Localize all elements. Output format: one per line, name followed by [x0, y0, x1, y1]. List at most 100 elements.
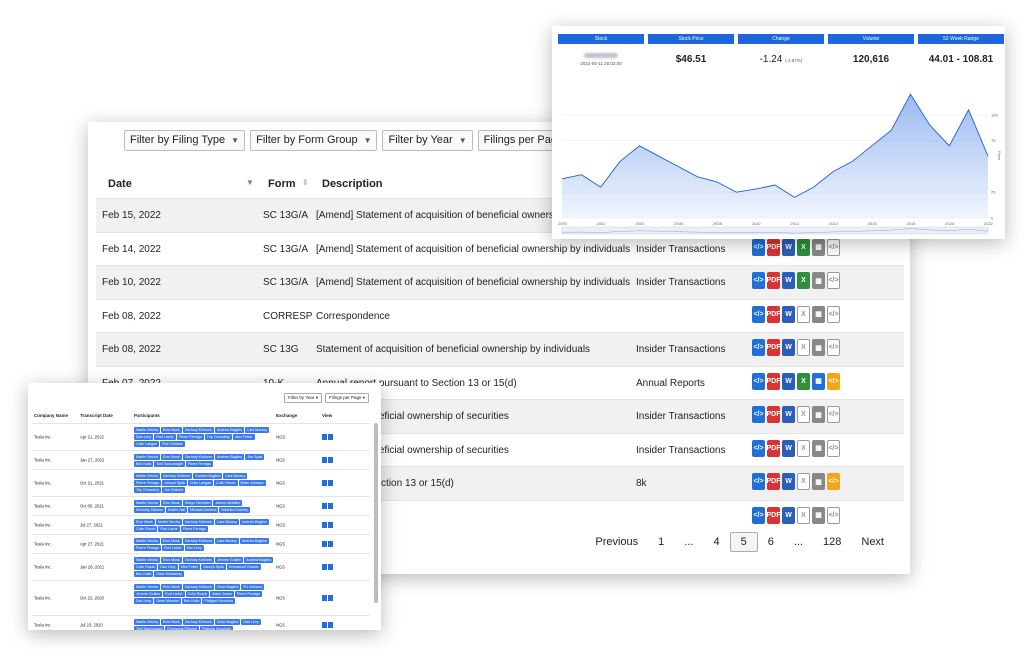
participant-tag[interactable]: Colin Rusch	[134, 526, 158, 532]
transcript-doc-icon[interactable]	[322, 595, 327, 601]
filter-form-group[interactable]: Filter by Form Group ▼	[250, 130, 378, 151]
code-file-icon[interactable]: </>	[752, 238, 765, 256]
word-file-icon[interactable]: W	[782, 506, 795, 524]
transcript-doc-icon[interactable]	[322, 522, 327, 528]
participant-tag[interactable]: Elon Musk	[160, 619, 182, 625]
participant-tag[interactable]: Dan Levy	[158, 564, 178, 570]
participant-tag[interactable]: Emmanuel Rosner	[226, 564, 261, 570]
pdf-file-icon[interactable]: PDF	[767, 272, 781, 289]
participant-tag[interactable]: Lars Moravy	[223, 473, 248, 479]
participant-tag[interactable]: Alex Potter	[178, 564, 201, 570]
header-description[interactable]: Description	[322, 178, 383, 190]
filter-filing-type[interactable]: Filter by Filing Type ▼	[124, 130, 246, 151]
participant-tag[interactable]: Colin Rusch	[185, 591, 209, 597]
page-button[interactable]: 1	[648, 533, 674, 551]
participant-tag[interactable]: Adam Jonas	[209, 591, 234, 597]
participant-tag[interactable]: Pierre Ferragu	[176, 434, 204, 440]
filter-per-page[interactable]: Filings per Page ▾	[324, 393, 369, 403]
text-file-icon[interactable]: </>	[827, 339, 840, 356]
participant-tag[interactable]: Colin Langan	[187, 480, 214, 486]
next-page-button[interactable]: Next	[851, 533, 894, 551]
excel-file-disabled-icon[interactable]: X	[797, 305, 810, 323]
header-exchange[interactable]: Exchange	[276, 413, 297, 418]
scrollbar[interactable]	[374, 423, 378, 603]
transcript-doc-icon[interactable]	[322, 503, 327, 509]
participant-tag[interactable]: Rich Dellaria	[160, 441, 185, 447]
participant-tag[interactable]: Pierre Ferragu	[180, 526, 208, 532]
participant-tag[interactable]: Elon Musk	[134, 519, 155, 525]
page-button[interactable]: 6	[758, 533, 784, 551]
participant-tag[interactable]: James McMiller	[213, 500, 243, 506]
text-file-icon[interactable]: </>	[827, 406, 840, 423]
spreadsheet-icon[interactable]: ▦	[812, 339, 825, 356]
code-file-icon[interactable]: </>	[752, 473, 765, 490]
participant-tag[interactable]: Drew Baglino	[215, 619, 241, 625]
text-file-icon[interactable]: </>	[827, 238, 840, 256]
participant-tag[interactable]: Brian Johnson	[238, 480, 266, 486]
header-view[interactable]: View	[322, 413, 332, 418]
header-company[interactable]: Company Name	[34, 413, 68, 418]
participant-tag[interactable]: Alex Potter	[232, 434, 255, 440]
pdf-file-icon[interactable]: PDF	[767, 506, 781, 524]
page-button[interactable]: 128	[813, 533, 851, 551]
code-file-icon[interactable]: </>	[752, 439, 765, 457]
table-row[interactable]: Tesla Inc. Apr 27, 2021 NGS Martin Viecha El…	[32, 534, 370, 553]
code-file-icon[interactable]: </>	[752, 272, 765, 289]
participant-tag[interactable]: Zachary Kirkhorn	[182, 557, 215, 563]
participant-tag[interactable]: Elon Musk	[160, 454, 182, 460]
participant-tag[interactable]: Trip Chowdhry	[134, 487, 162, 493]
table-row[interactable]: Feb 10, 2022 SC 13G/A [Amend] Statement of…	[96, 265, 904, 299]
participant-tag[interactable]: Zachary Kirkhorn	[182, 454, 215, 460]
participant-tag[interactable]: Pierre Ferragu	[234, 591, 263, 597]
participant-tag[interactable]: Rod Lache	[154, 434, 176, 440]
participant-tag[interactable]: Robyn Denholm	[182, 500, 213, 506]
participant-tag[interactable]: Ben Kallo	[134, 571, 154, 577]
filing-form[interactable]: SC 13G	[263, 344, 299, 355]
word-file-icon[interactable]: W	[782, 473, 795, 490]
table-row[interactable]: Tesla Inc. Oct 22, 2020 NGS Martin Viecha El…	[32, 580, 370, 615]
participant-tag[interactable]: Zachary Kirkhorn	[182, 538, 215, 544]
code-file-icon[interactable]: </>	[752, 339, 765, 356]
spreadsheet-icon[interactable]: ▦	[812, 305, 825, 323]
participant-tag[interactable]: Andrew Baglino	[244, 557, 274, 563]
transcript-doc-icon[interactable]	[322, 434, 327, 440]
participant-tag[interactable]: Andrew Baglino	[239, 538, 270, 544]
participant-tag[interactable]: Kimberly Dickers	[134, 507, 165, 513]
code-file-icon[interactable]: </>	[752, 372, 765, 390]
table-row[interactable]: Feb 08, 2022 SC 13G Statement of acquisiti…	[96, 332, 904, 366]
pdf-file-icon[interactable]: PDF	[767, 305, 781, 323]
code-file-icon[interactable]: </>	[752, 305, 765, 323]
participant-tag[interactable]: Zachary Kirkhorn	[182, 619, 215, 625]
pdf-file-icon[interactable]: PDF	[767, 238, 781, 256]
word-file-icon[interactable]: W	[782, 305, 795, 323]
transcript-doc-icon[interactable]	[322, 622, 327, 628]
pdf-file-icon[interactable]: PDF	[767, 473, 781, 490]
transcript-file-icon[interactable]	[328, 503, 333, 509]
excel-file-disabled-icon[interactable]: X	[797, 439, 810, 457]
filter-year[interactable]: Filter by Year ▾	[284, 393, 322, 403]
participant-tag[interactable]: Rod Lache	[163, 591, 185, 597]
text-file-icon[interactable]: </>	[827, 506, 840, 524]
participant-tag[interactable]: Martin Viecha	[155, 519, 182, 525]
participant-tag[interactable]: Pierre Ferragu	[134, 545, 162, 551]
participant-tag[interactable]: Dave Mulwaney	[154, 571, 184, 577]
participant-tag[interactable]: Zachary Kirkhorn	[182, 427, 215, 433]
word-file-icon[interactable]: W	[782, 272, 795, 289]
participant-tag[interactable]: Martin Viecha	[134, 427, 160, 433]
participant-tag[interactable]: Rod Lache	[162, 545, 184, 551]
filing-form[interactable]: SC 13G/A	[263, 277, 308, 288]
page-button[interactable]: 5	[729, 532, 758, 552]
table-row[interactable]: Tesla Inc. Oct 06, 2021 NGS Martin Viecha El…	[32, 496, 370, 515]
transcript-file-icon[interactable]	[328, 522, 333, 528]
pdf-file-icon[interactable]: PDF	[767, 439, 781, 457]
participant-tag[interactable]: Colin Rusch	[214, 480, 238, 486]
header-participants[interactable]: Participants	[134, 413, 160, 418]
participant-tag[interactable]: Martin Viecha	[134, 557, 160, 563]
participant-tag[interactable]: Andrew Baglino	[193, 473, 223, 479]
transcript-file-icon[interactable]	[328, 457, 333, 463]
text-file-icon[interactable]: </>	[827, 272, 840, 289]
page-button[interactable]: 4	[703, 533, 729, 551]
table-row[interactable]: Tesla Inc. Jan 28, 2021 NGS Martin Viecha El…	[32, 553, 370, 580]
text-file-icon[interactable]: </>	[827, 305, 840, 323]
transcript-doc-icon[interactable]	[322, 480, 327, 486]
